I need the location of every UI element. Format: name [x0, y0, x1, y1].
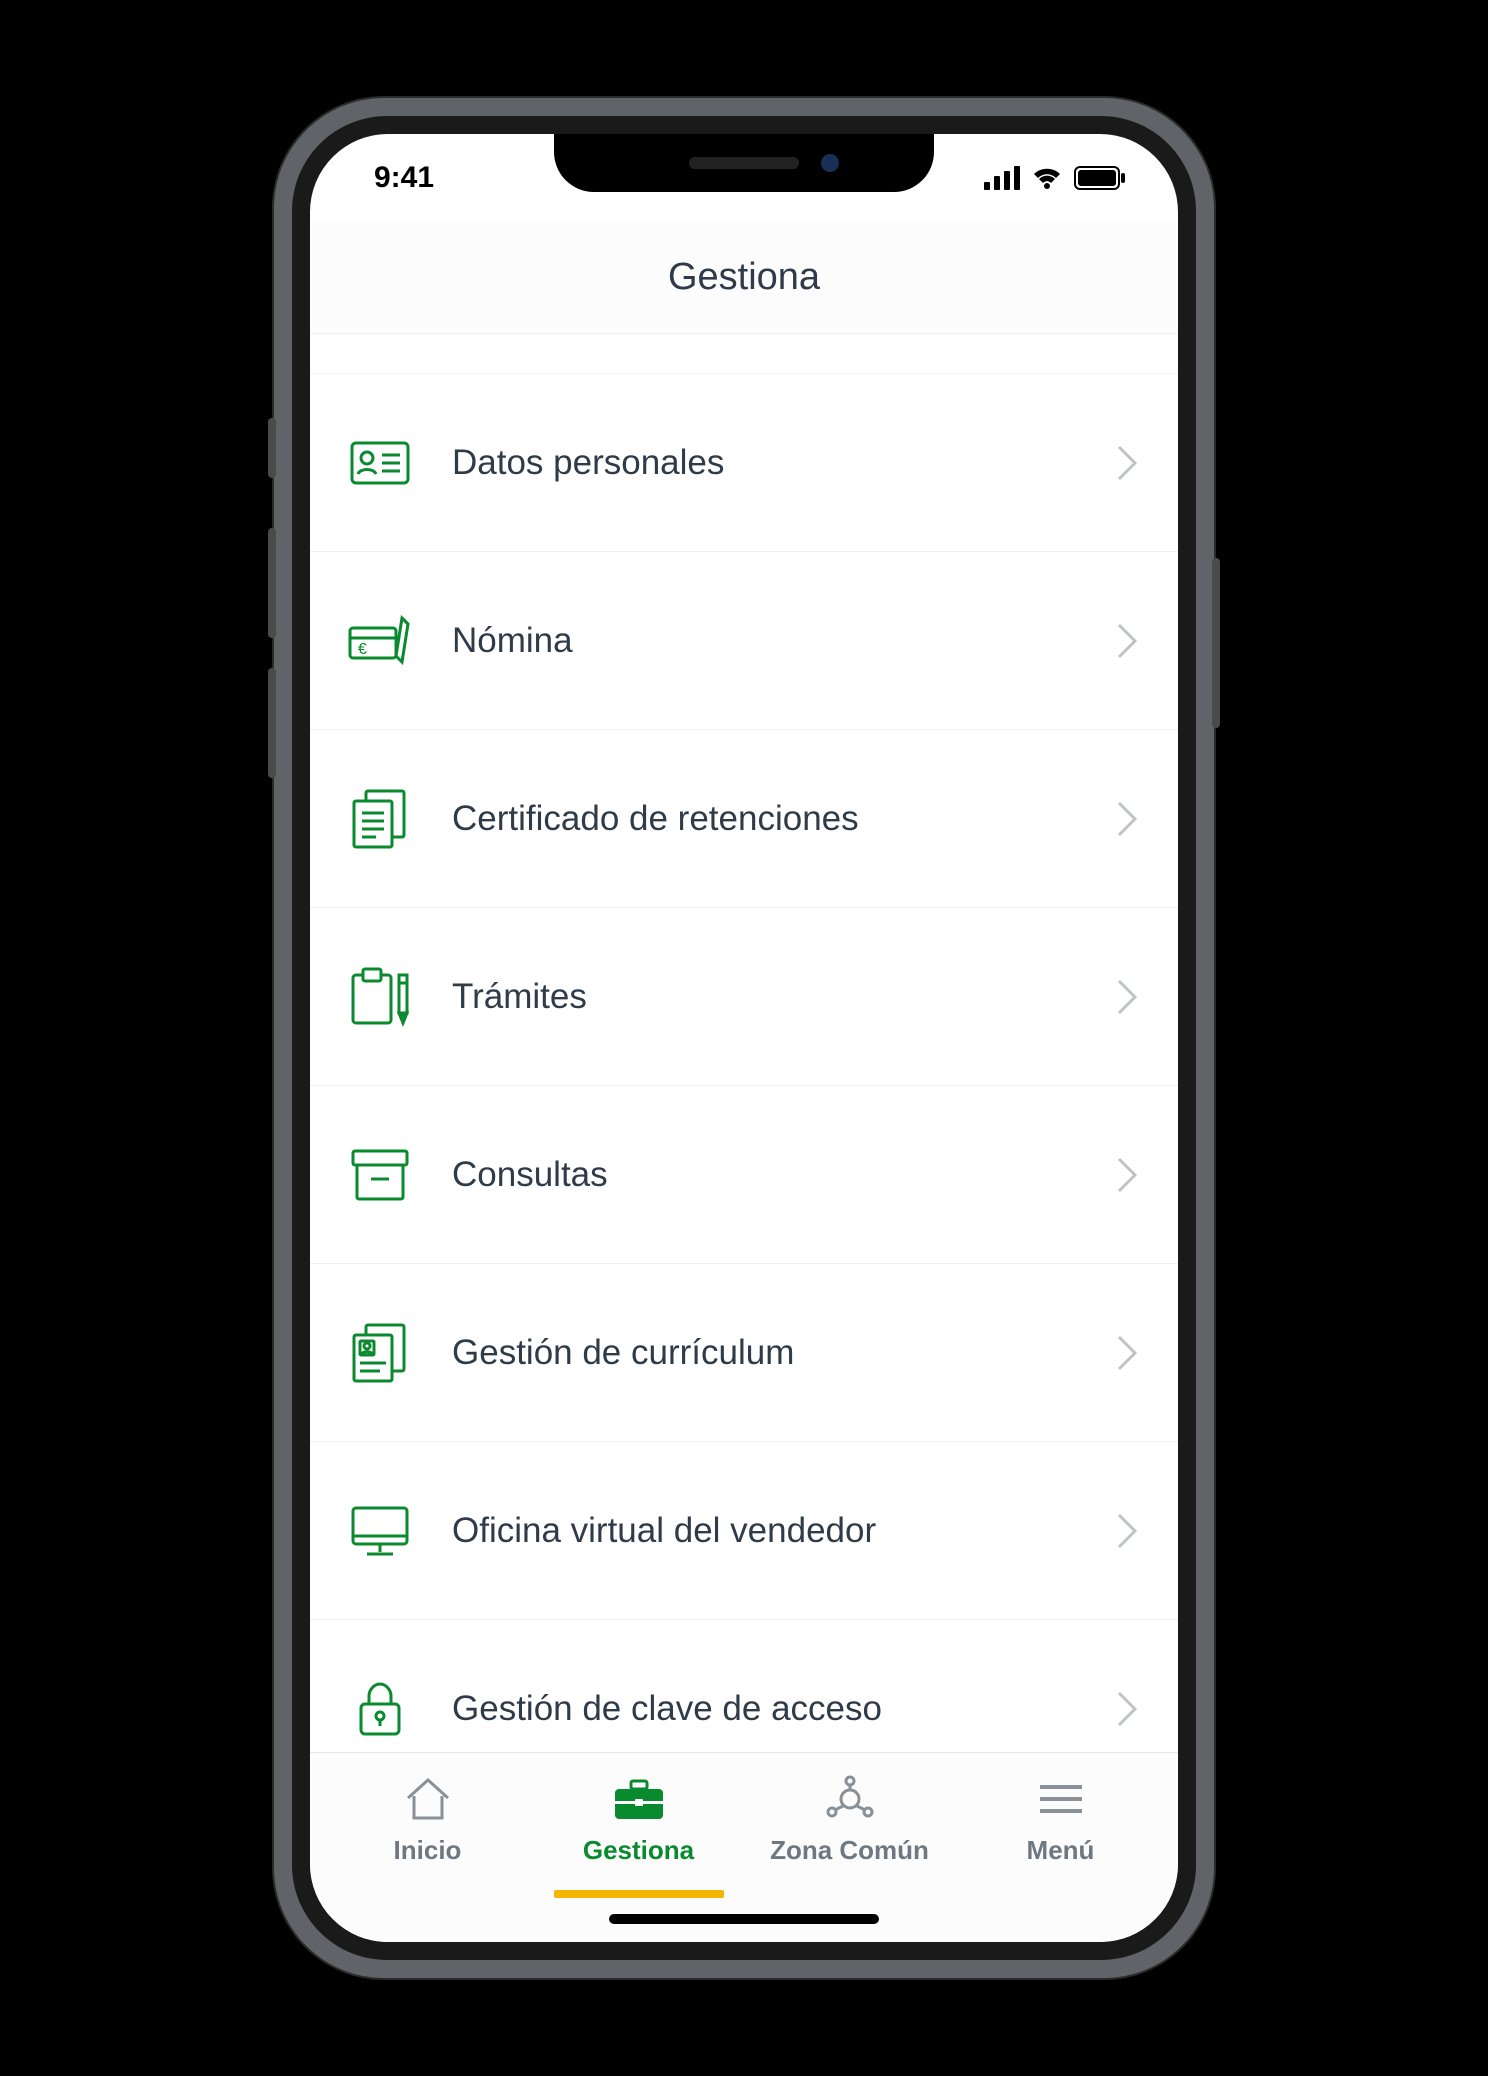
page-title: Gestiona: [668, 256, 820, 299]
chevron-right-icon: [1116, 622, 1138, 660]
nav-label: Menú: [1027, 1835, 1095, 1866]
chevron-right-icon: [1116, 1690, 1138, 1728]
home-icon: [400, 1773, 456, 1825]
menu-item-oficina-virtual[interactable]: Oficina virtual del vendedor: [310, 1442, 1178, 1620]
menu-item-label: Datos personales: [452, 443, 1116, 483]
status-indicators: [984, 166, 1126, 190]
nav-menu[interactable]: Menú: [955, 1767, 1166, 1942]
chevron-right-icon: [1116, 978, 1138, 1016]
menu-item-label: Gestión de currículum: [452, 1333, 1116, 1373]
chevron-right-icon: [1116, 444, 1138, 482]
nav-label: Zona Común: [770, 1835, 929, 1866]
menu-item-gestion-curriculum[interactable]: Gestión de currículum: [310, 1264, 1178, 1442]
nav-inicio[interactable]: Inicio: [322, 1767, 533, 1942]
menu-item-tramites[interactable]: Trámites: [310, 908, 1178, 1086]
menu-item-datos-personales[interactable]: Datos personales: [310, 374, 1178, 552]
payslip-icon: €: [344, 605, 416, 677]
chevron-right-icon: [1116, 1156, 1138, 1194]
nav-label: Inicio: [394, 1835, 462, 1866]
menu-item-nomina[interactable]: € Nómina: [310, 552, 1178, 730]
lock-icon: [344, 1673, 416, 1745]
menu-item-label: Trámites: [452, 977, 1116, 1017]
menu-item-label: Nómina: [452, 621, 1116, 661]
menu-item-label: Certificado de retenciones: [452, 799, 1116, 839]
svg-text:€: €: [358, 641, 367, 658]
menu-item-label: Gestión de clave de acceso: [452, 1689, 1116, 1729]
cellular-signal-icon: [984, 166, 1020, 190]
home-indicator[interactable]: [609, 1914, 879, 1924]
clipboard-pencil-icon: [344, 961, 416, 1033]
status-time: 9:41: [374, 161, 434, 195]
id-card-icon: [344, 427, 416, 499]
menu-item-certificado-retenciones[interactable]: Certificado de retenciones: [310, 730, 1178, 908]
page-header: Gestiona: [310, 222, 1178, 334]
desktop-monitor-icon: [344, 1495, 416, 1567]
resume-icon: [344, 1317, 416, 1389]
network-nodes-icon: [822, 1773, 878, 1825]
menu-item-consultas[interactable]: Consultas: [310, 1086, 1178, 1264]
chevron-right-icon: [1116, 800, 1138, 838]
menu-icon: [1033, 1773, 1089, 1825]
menu-item-clave-acceso[interactable]: Gestión de clave de acceso: [310, 1620, 1178, 1752]
chevron-right-icon: [1116, 1512, 1138, 1550]
briefcase-icon: [611, 1773, 667, 1825]
menu-item-label: Consultas: [452, 1155, 1116, 1195]
menu-list[interactable]: Datos personales € Nómina Certificado de…: [310, 334, 1178, 1752]
menu-item-label: Oficina virtual del vendedor: [452, 1511, 1116, 1551]
documents-icon: [344, 783, 416, 855]
archive-box-icon: [344, 1139, 416, 1211]
battery-icon: [1074, 166, 1126, 190]
chevron-right-icon: [1116, 1334, 1138, 1372]
wifi-icon: [1030, 166, 1064, 190]
nav-label: Gestiona: [583, 1835, 694, 1866]
